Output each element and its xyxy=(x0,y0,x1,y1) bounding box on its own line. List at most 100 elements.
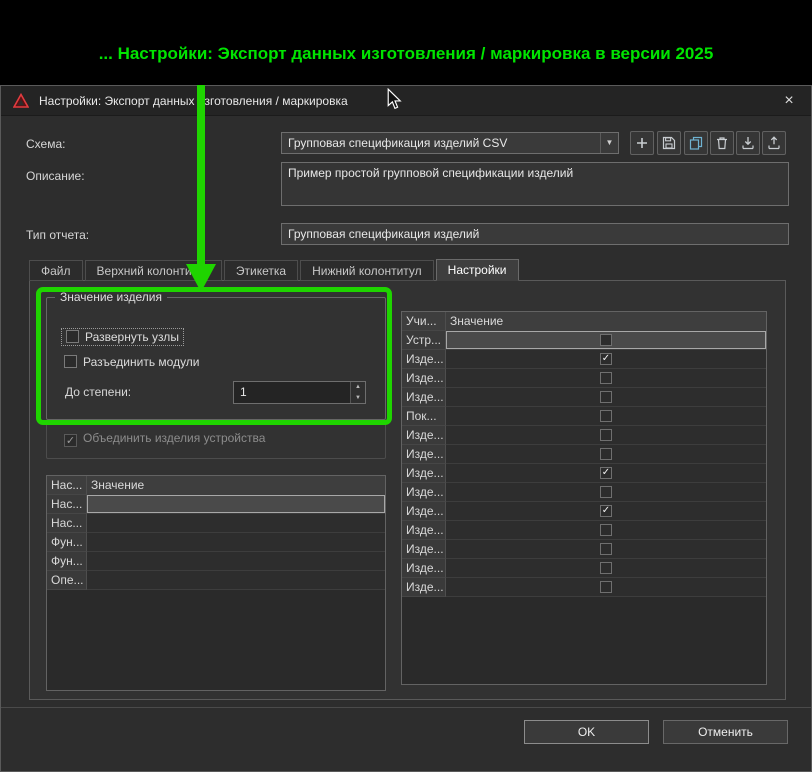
table-row[interactable]: Опе... xyxy=(47,571,385,590)
row-header-cell[interactable]: Изде... xyxy=(402,445,446,464)
tab-3[interactable]: Нижний колонтитул xyxy=(300,260,434,281)
row-value-cell[interactable] xyxy=(446,483,766,502)
table-row[interactable]: Изде... xyxy=(402,483,766,502)
table-row[interactable]: Изде... ✓ xyxy=(402,502,766,521)
row-checkbox[interactable] xyxy=(600,448,612,460)
expand-nodes-checkbox[interactable]: Развернуть узлы xyxy=(61,328,184,346)
tab-0[interactable]: Файл xyxy=(29,260,83,281)
table-row[interactable]: Изде... xyxy=(402,521,766,540)
spin-up-icon[interactable]: ▲ xyxy=(351,382,365,393)
row-header-cell[interactable]: Изде... xyxy=(402,540,446,559)
row-value-cell[interactable] xyxy=(87,552,385,571)
depth-spinner[interactable]: 1 ▲ ▼ xyxy=(233,381,366,404)
row-checkbox[interactable]: ✓ xyxy=(600,505,612,517)
table-row[interactable]: Изде... xyxy=(402,559,766,578)
close-button[interactable]: × xyxy=(777,90,801,112)
table-row[interactable]: Изде... xyxy=(402,426,766,445)
checkbox-box[interactable] xyxy=(66,330,79,343)
schema-combobox[interactable]: Групповая спецификация изделий CSV ▼ xyxy=(281,132,619,154)
row-value-cell[interactable] xyxy=(446,369,766,388)
row-checkbox[interactable]: ✓ xyxy=(600,467,612,479)
tab-1[interactable]: Верхний колонтитул xyxy=(84,260,222,281)
row-checkbox[interactable]: ✓ xyxy=(600,353,612,365)
save-schema-button[interactable] xyxy=(657,131,681,155)
row-header-cell[interactable]: Изде... xyxy=(402,483,446,502)
titlebar[interactable]: Настройки: Экспорт данных изготовления /… xyxy=(1,86,811,116)
row-header-cell[interactable]: Изде... xyxy=(402,578,446,597)
row-header-cell[interactable]: Опе... xyxy=(47,571,87,590)
table-row[interactable]: Фун... xyxy=(47,533,385,552)
row-header-cell[interactable]: Изде... xyxy=(402,350,446,369)
table-row[interactable]: Изде... xyxy=(402,540,766,559)
row-checkbox[interactable] xyxy=(600,372,612,384)
row-checkbox[interactable] xyxy=(600,524,612,536)
row-checkbox[interactable] xyxy=(600,429,612,441)
row-value-cell[interactable] xyxy=(446,407,766,426)
row-checkbox[interactable] xyxy=(600,486,612,498)
split-modules-checkbox[interactable]: Разъединить модули xyxy=(64,355,200,369)
add-schema-button[interactable] xyxy=(630,131,654,155)
spin-down-icon[interactable]: ▼ xyxy=(351,392,365,403)
row-value-cell[interactable] xyxy=(446,331,766,350)
export-schema-button[interactable] xyxy=(762,131,786,155)
row-checkbox[interactable] xyxy=(600,562,612,574)
row-header-cell[interactable]: Нас... xyxy=(47,514,87,533)
cancel-button[interactable]: Отменить xyxy=(663,720,788,744)
row-header-cell[interactable]: Изде... xyxy=(402,464,446,483)
row-header-cell[interactable]: Устр... xyxy=(402,331,446,350)
row-value-cell[interactable]: ✓ xyxy=(446,464,766,483)
row-header-cell[interactable]: Изде... xyxy=(402,559,446,578)
row-value-cell[interactable] xyxy=(446,540,766,559)
row-value-cell[interactable] xyxy=(446,559,766,578)
row-header-cell[interactable]: Изде... xyxy=(402,521,446,540)
report-type-input[interactable]: Групповая спецификация изделий xyxy=(281,223,789,245)
tab-4[interactable]: Настройки xyxy=(435,259,519,281)
row-value-cell[interactable] xyxy=(446,445,766,464)
row-checkbox[interactable] xyxy=(600,334,612,346)
row-header-cell[interactable]: Нас... xyxy=(47,495,87,514)
chevron-down-icon[interactable]: ▼ xyxy=(600,133,618,153)
row-value-cell[interactable] xyxy=(87,495,385,514)
row-value-cell[interactable] xyxy=(446,388,766,407)
row-value-cell[interactable]: ✓ xyxy=(446,350,766,369)
column-header[interactable]: Значение xyxy=(446,312,766,331)
row-checkbox[interactable] xyxy=(600,391,612,403)
row-checkbox[interactable] xyxy=(600,543,612,555)
ok-button[interactable]: OK xyxy=(524,720,649,744)
table-row[interactable]: Изде... xyxy=(402,578,766,597)
column-header[interactable]: Значение xyxy=(87,476,385,495)
row-value-cell[interactable] xyxy=(87,514,385,533)
table-row[interactable]: Изде... xyxy=(402,445,766,464)
row-value-cell[interactable] xyxy=(446,426,766,445)
table-row[interactable]: Нас... xyxy=(47,514,385,533)
row-header-cell[interactable]: Фун... xyxy=(47,552,87,571)
row-value-cell[interactable] xyxy=(446,521,766,540)
row-value-cell[interactable] xyxy=(446,578,766,597)
copy-schema-button[interactable] xyxy=(684,131,708,155)
row-checkbox[interactable] xyxy=(600,410,612,422)
table-row[interactable]: Изде... ✓ xyxy=(402,464,766,483)
table-row[interactable]: Нас... xyxy=(47,495,385,514)
row-header-cell[interactable]: Изде... xyxy=(402,369,446,388)
description-textarea[interactable]: Пример простой групповой спецификации из… xyxy=(281,162,789,206)
row-value-cell[interactable] xyxy=(87,571,385,590)
row-header-cell[interactable]: Пок... xyxy=(402,407,446,426)
table-row[interactable]: Изде... ✓ xyxy=(402,350,766,369)
table-row[interactable]: Изде... xyxy=(402,369,766,388)
column-header[interactable]: Нас... xyxy=(47,476,87,495)
column-header[interactable]: Учи... xyxy=(402,312,446,331)
row-value-cell[interactable]: ✓ xyxy=(446,502,766,521)
table-row[interactable]: Устр... xyxy=(402,331,766,350)
row-header-cell[interactable]: Фун... xyxy=(47,533,87,552)
import-schema-button[interactable] xyxy=(736,131,760,155)
table-row[interactable]: Изде... xyxy=(402,388,766,407)
row-value-cell[interactable] xyxy=(87,533,385,552)
row-checkbox[interactable] xyxy=(600,581,612,593)
row-header-cell[interactable]: Изде... xyxy=(402,388,446,407)
tab-2[interactable]: Этикетка xyxy=(223,260,299,281)
table-row[interactable]: Пок... xyxy=(402,407,766,426)
row-header-cell[interactable]: Изде... xyxy=(402,502,446,521)
row-header-cell[interactable]: Изде... xyxy=(402,426,446,445)
delete-schema-button[interactable] xyxy=(710,131,734,155)
table-row[interactable]: Фун... xyxy=(47,552,385,571)
